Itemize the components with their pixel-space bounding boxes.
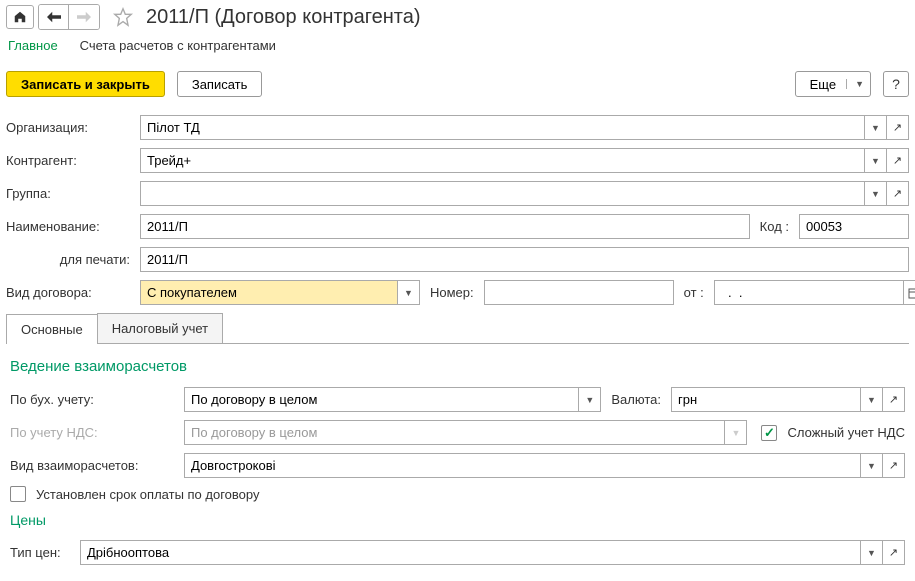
chevron-down-icon: ▼ bbox=[585, 395, 594, 405]
payment-term-label: Установлен срок оплаты по договору bbox=[36, 487, 259, 502]
help-button[interactable]: ? bbox=[883, 71, 909, 97]
acct-input[interactable] bbox=[184, 387, 579, 412]
tab-tax[interactable]: Налоговый учет bbox=[97, 313, 223, 343]
group-input[interactable] bbox=[140, 181, 865, 206]
acct-label: По бух. учету: bbox=[10, 392, 184, 407]
org-input[interactable] bbox=[140, 115, 865, 140]
payment-term-checkbox[interactable] bbox=[10, 486, 26, 502]
contract-type-label: Вид договора: bbox=[6, 285, 140, 300]
arrow-left-icon bbox=[47, 11, 61, 23]
vat-acct-label: По учету НДС: bbox=[10, 425, 184, 440]
arrow-right-icon bbox=[77, 11, 91, 23]
chevron-down-icon: ▼ bbox=[867, 548, 876, 558]
favorite-star-icon[interactable] bbox=[112, 6, 134, 28]
code-input[interactable] bbox=[799, 214, 909, 239]
chevron-down-icon: ▼ bbox=[871, 156, 880, 166]
name-label: Наименование: bbox=[6, 219, 140, 234]
group-open-button[interactable]: ↗ bbox=[887, 181, 909, 206]
vat-acct-input bbox=[184, 420, 725, 445]
from-date-input[interactable] bbox=[714, 280, 904, 305]
name-input[interactable] bbox=[140, 214, 750, 239]
currency-dropdown-button[interactable]: ▼ bbox=[861, 387, 883, 412]
counterparty-open-button[interactable]: ↗ bbox=[887, 148, 909, 173]
currency-input[interactable] bbox=[671, 387, 861, 412]
complex-vat-label: Сложный учет НДС bbox=[787, 425, 905, 440]
number-label: Номер: bbox=[430, 285, 474, 300]
open-icon: ↗ bbox=[893, 187, 902, 200]
save-button[interactable]: Записать bbox=[177, 71, 263, 97]
counterparty-dropdown-button[interactable]: ▼ bbox=[865, 148, 887, 173]
open-icon: ↗ bbox=[889, 546, 898, 559]
save-close-button[interactable]: Записать и закрыть bbox=[6, 71, 165, 97]
counterparty-input[interactable] bbox=[140, 148, 865, 173]
org-label: Организация: bbox=[6, 120, 140, 135]
from-date-picker-button[interactable] bbox=[904, 280, 915, 305]
chevron-down-icon: ▼ bbox=[871, 189, 880, 199]
settlement-type-input[interactable] bbox=[184, 453, 861, 478]
settlement-type-label: Вид взаиморасчетов: bbox=[10, 458, 184, 473]
home-icon bbox=[13, 10, 27, 24]
nav-forward-button bbox=[69, 5, 99, 29]
price-type-input[interactable] bbox=[80, 540, 861, 565]
open-icon: ↗ bbox=[893, 154, 902, 167]
currency-label: Валюта: bbox=[611, 392, 661, 407]
subnav-main[interactable]: Главное bbox=[8, 38, 58, 53]
price-type-label: Тип цен: bbox=[10, 545, 80, 560]
calendar-icon bbox=[908, 287, 915, 299]
nav-back-button[interactable] bbox=[39, 5, 69, 29]
more-label: Еще bbox=[810, 77, 836, 92]
prices-section-title: Цены bbox=[10, 512, 905, 528]
currency-open-button[interactable]: ↗ bbox=[883, 387, 905, 412]
chevron-down-icon: ▼ bbox=[867, 461, 876, 471]
home-button[interactable] bbox=[6, 5, 34, 29]
tab-main[interactable]: Основные bbox=[6, 314, 98, 344]
subnav-accounts[interactable]: Счета расчетов с контрагентами bbox=[80, 38, 276, 53]
print-label: для печати: bbox=[6, 252, 140, 267]
chevron-down-icon: ▼ bbox=[871, 123, 880, 133]
settlement-type-dropdown-button[interactable]: ▼ bbox=[861, 453, 883, 478]
group-dropdown-button[interactable]: ▼ bbox=[865, 181, 887, 206]
code-label: Код : bbox=[760, 219, 789, 234]
complex-vat-checkbox[interactable] bbox=[761, 425, 777, 441]
org-dropdown-button[interactable]: ▼ bbox=[865, 115, 887, 140]
more-button[interactable]: Еще ▼ bbox=[795, 71, 871, 97]
chevron-down-icon: ▼ bbox=[846, 79, 864, 89]
contract-type-dropdown-button[interactable]: ▼ bbox=[398, 280, 420, 305]
price-type-open-button[interactable]: ↗ bbox=[883, 540, 905, 565]
counterparty-label: Контрагент: bbox=[6, 153, 140, 168]
acct-dropdown-button[interactable]: ▼ bbox=[579, 387, 601, 412]
number-input[interactable] bbox=[484, 280, 674, 305]
open-icon: ↗ bbox=[889, 393, 898, 406]
group-label: Группа: bbox=[6, 186, 140, 201]
settlement-type-open-button[interactable]: ↗ bbox=[883, 453, 905, 478]
chevron-down-icon: ▼ bbox=[732, 428, 741, 438]
vat-acct-dropdown-button: ▼ bbox=[725, 420, 747, 445]
open-icon: ↗ bbox=[893, 121, 902, 134]
contract-type-input[interactable] bbox=[140, 280, 398, 305]
from-label: от : bbox=[684, 285, 704, 300]
print-input[interactable] bbox=[140, 247, 909, 272]
page-title: 2011/П (Договор контрагента) bbox=[146, 6, 421, 29]
chevron-down-icon: ▼ bbox=[867, 395, 876, 405]
open-icon: ↗ bbox=[889, 459, 898, 472]
price-type-dropdown-button[interactable]: ▼ bbox=[861, 540, 883, 565]
settlements-section-title: Ведение взаиморасчетов bbox=[10, 358, 905, 375]
chevron-down-icon: ▼ bbox=[404, 288, 413, 298]
org-open-button[interactable]: ↗ bbox=[887, 115, 909, 140]
